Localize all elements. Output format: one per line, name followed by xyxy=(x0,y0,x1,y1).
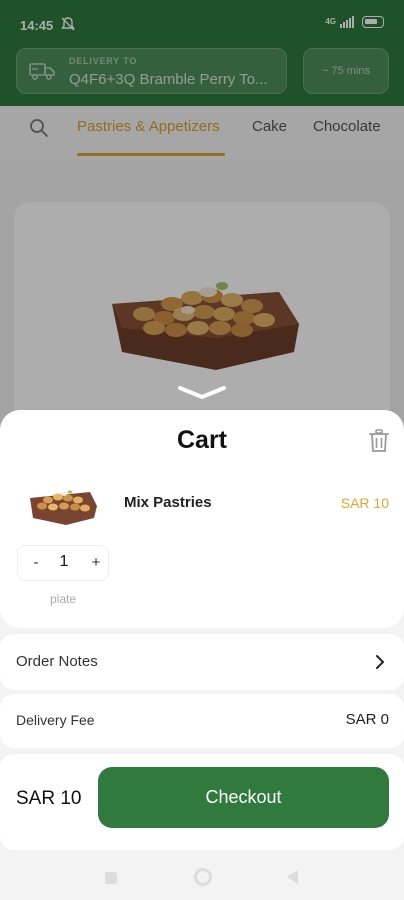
order-notes-label: Order Notes xyxy=(16,653,98,670)
checkout-button[interactable]: Checkout xyxy=(98,767,389,828)
delivery-fee-label: Delivery Fee xyxy=(16,712,95,728)
item-thumbnail xyxy=(30,490,97,525)
item-name: Mix Pastries xyxy=(124,494,212,511)
order-notes-row[interactable]: Order Notes xyxy=(0,634,404,690)
item-price: SAR 10 xyxy=(340,495,389,511)
increase-quantity-button[interactable]: + xyxy=(88,554,104,571)
delivery-fee-value: SAR 0 xyxy=(345,711,389,728)
cart-title: Cart xyxy=(176,426,227,454)
back-button[interactable] xyxy=(287,870,298,884)
home-button[interactable] xyxy=(194,868,212,886)
quantity-unit: plate xyxy=(49,592,77,606)
checkout-bar: SAR 10 Checkout xyxy=(0,754,404,850)
checkout-button-label: Checkout xyxy=(205,787,282,807)
cart-item-section: Cart Mix Pastries SAR 10 - 1 + plate xyxy=(0,410,404,628)
trash-icon[interactable] xyxy=(368,429,390,453)
chevron-down-icon[interactable] xyxy=(176,382,228,402)
cart-sheet: Cart Mix Pastries SAR 10 - 1 + plate Ord… xyxy=(0,410,404,860)
decrease-quantity-button[interactable]: - xyxy=(28,554,44,571)
cart-total: SAR 10 xyxy=(16,788,82,809)
chevron-right-icon xyxy=(376,655,384,669)
recent-apps-button[interactable] xyxy=(105,872,117,884)
quantity-stepper: - 1 + xyxy=(17,545,109,581)
delivery-fee-row: Delivery Fee SAR 0 xyxy=(0,694,404,748)
system-nav-bar xyxy=(0,860,404,900)
quantity-value: 1 xyxy=(59,553,69,570)
